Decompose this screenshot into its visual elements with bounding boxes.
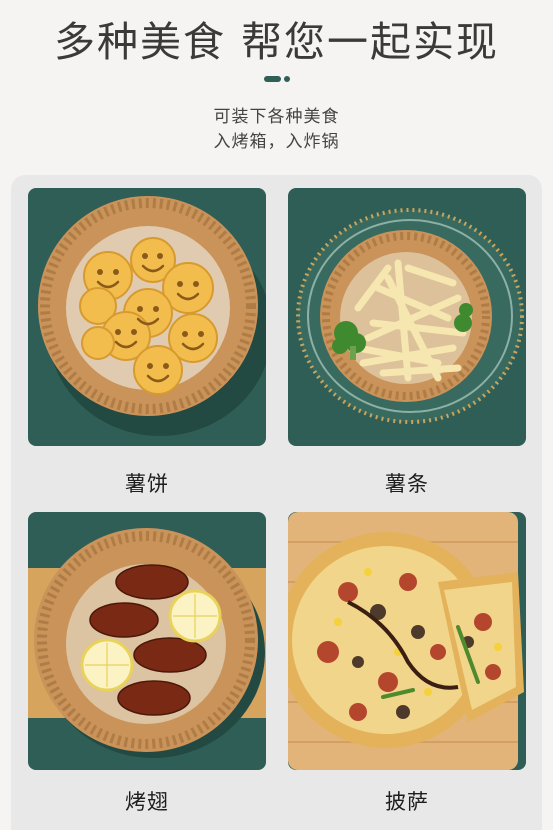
accent-dot [284,76,290,82]
label-hash-brown: 薯饼 [125,472,169,496]
page-title: 多种美食 帮您一起实现 [53,18,500,66]
label-pizza: 披萨 [385,790,429,814]
title-accent-divider [264,76,290,82]
fries-image [288,188,526,446]
subtitle-line-1: 可装下各种美食 [213,107,340,127]
hash-brown-image [28,188,266,446]
subtitle-line-2: 入烤箱，入炸锅 [213,132,340,152]
pizza-image [288,512,526,770]
page-header: 多种美食 帮您一起实现 可装下各种美食 入烤箱，入炸锅 [0,0,553,170]
accent-bar [264,76,281,82]
label-chicken-wings: 烤翅 [125,790,169,814]
label-fries: 薯条 [385,472,429,496]
chicken-wings-image [28,512,266,770]
